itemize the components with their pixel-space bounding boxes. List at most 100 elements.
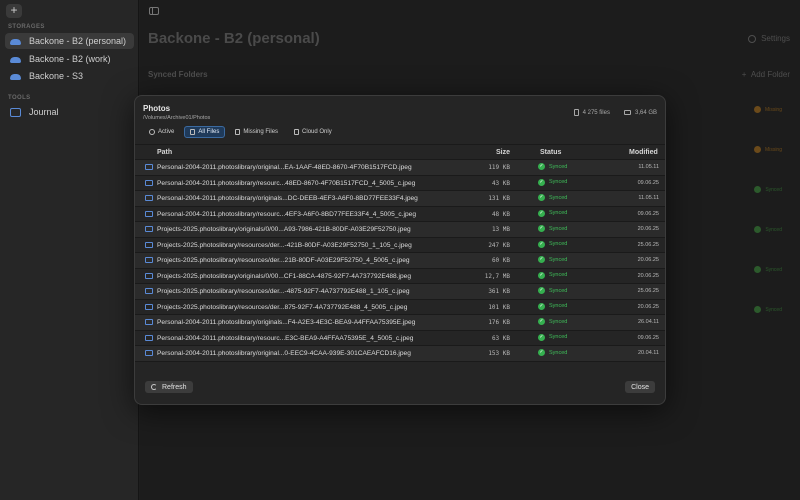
close-button[interactable]: Close xyxy=(625,381,655,393)
file-size: 48 KB xyxy=(491,210,510,218)
refresh-label: Refresh xyxy=(162,383,187,391)
file-modified: 09.06.25 xyxy=(637,179,659,186)
table-row[interactable]: Projects-2025.photoslibrary/resources/de… xyxy=(135,252,665,268)
file-status: ✓ Synced xyxy=(538,225,567,232)
file-size: 101 KB xyxy=(488,303,510,311)
document-icon xyxy=(573,109,579,116)
status-text: Synced xyxy=(549,303,568,309)
file-path: Projects-2025.photoslibrary/resources/de… xyxy=(157,257,410,264)
check-circle-icon: ✓ xyxy=(538,163,545,170)
document-icon xyxy=(294,129,300,135)
add-folder-button[interactable]: + Add Folder xyxy=(742,70,790,79)
storages-section-label: STORAGES xyxy=(8,24,45,30)
table-row[interactable]: Personal-2004-2011.photoslibrary/resourc… xyxy=(135,329,665,346)
check-circle-icon: ✓ xyxy=(538,349,545,356)
table-row[interactable]: Projects-2025.photoslibrary/resources/de… xyxy=(135,283,665,299)
status-text: Synced xyxy=(549,179,568,185)
table-row[interactable]: Projects-2025.photoslibrary/originals/0/… xyxy=(135,267,665,284)
folder-status-badge: Synced xyxy=(754,266,782,273)
folder-status-badge: Missing xyxy=(754,146,782,153)
gear-icon xyxy=(748,34,757,43)
table-row[interactable]: Projects-2025.photoslibrary/resources/de… xyxy=(135,298,665,315)
sidebar-item-s3[interactable]: Backone - S3 xyxy=(5,68,134,84)
column-header-modified[interactable]: Modified xyxy=(629,149,658,156)
folder-status-badge: Missing xyxy=(754,106,782,113)
cloud-icon xyxy=(10,57,21,63)
column-header-path[interactable]: Path xyxy=(157,149,172,156)
tab-label: Missing Files xyxy=(243,129,279,135)
folder-status-badge: Synced xyxy=(754,226,782,233)
sidebar-item-b2-personal[interactable]: Backone - B2 (personal) xyxy=(5,33,134,49)
clock-icon xyxy=(149,129,155,135)
column-header-size[interactable]: Size xyxy=(496,149,510,156)
file-path: Personal-2004-2011.photoslibrary/origina… xyxy=(157,350,411,357)
image-file-icon xyxy=(145,164,153,170)
cloud-icon xyxy=(10,39,21,45)
refresh-button[interactable]: Refresh xyxy=(145,381,193,393)
image-file-icon xyxy=(145,272,153,279)
total-size: 3,64 GB xyxy=(634,109,657,116)
sidebar-toggle-icon[interactable] xyxy=(149,7,159,15)
disk-icon xyxy=(623,110,631,115)
check-icon xyxy=(754,266,762,273)
status-text: Synced xyxy=(765,306,782,313)
file-modified: 25.06.25 xyxy=(637,241,659,248)
table-row[interactable]: Projects-2025.photoslibrary/originals/0/… xyxy=(135,221,665,237)
settings-button[interactable]: Settings xyxy=(748,34,790,43)
image-file-icon xyxy=(145,257,153,263)
table-row[interactable]: Personal-2004-2011.photoslibrary/origina… xyxy=(135,314,665,330)
table-divider xyxy=(135,360,665,362)
warning-icon xyxy=(754,146,762,153)
status-text: Missing xyxy=(765,146,782,153)
status-text: Synced xyxy=(549,334,568,340)
sidebar-item-label: Backone - B2 (work) xyxy=(29,54,111,64)
folder-files-dialog: Photos /Volumes/Archive01/Photos 4 275 f… xyxy=(134,95,666,405)
table-row[interactable]: Personal-2004-2011.photoslibrary/resourc… xyxy=(135,174,665,191)
check-circle-icon: ✓ xyxy=(538,256,545,263)
check-icon xyxy=(754,306,762,313)
sidebar-item-label: Journal xyxy=(29,107,59,117)
file-size: 12,7 MB xyxy=(484,272,510,280)
file-path: Projects-2025.photoslibrary/originals/0/… xyxy=(157,226,411,233)
image-file-icon xyxy=(145,288,153,294)
file-status: ✓ Synced xyxy=(538,163,567,170)
refresh-icon xyxy=(151,384,157,390)
tab-all-files[interactable]: All Files xyxy=(184,126,226,138)
tab-cloud-only[interactable]: Cloud Only xyxy=(288,126,338,138)
tab-missing-files[interactable]: Missing Files xyxy=(229,126,284,138)
file-size: 43 KB xyxy=(491,179,510,187)
synced-folders-heading: Synced Folders xyxy=(148,70,208,79)
file-path: Personal-2004-2011.photoslibrary/origina… xyxy=(157,319,416,326)
file-size: 131 KB xyxy=(488,195,510,202)
check-circle-icon: ✓ xyxy=(538,240,545,248)
file-size: 63 KB xyxy=(491,334,510,342)
table-row[interactable]: Personal-2004-2011.photoslibrary/origina… xyxy=(135,190,665,206)
status-text: Missing xyxy=(765,106,782,113)
document-icon xyxy=(235,129,241,135)
status-text: Synced xyxy=(549,241,568,247)
file-path: Personal-2004-2011.photoslibrary/resourc… xyxy=(157,210,417,218)
file-status: ✓ Synced xyxy=(538,209,567,217)
sidebar: + STORAGES Backone - B2 (personal) Backo… xyxy=(0,0,139,500)
image-file-icon xyxy=(145,334,153,341)
sidebar-item-journal[interactable]: Journal xyxy=(5,104,134,120)
file-modified: 20.06.25 xyxy=(637,303,659,310)
image-file-icon xyxy=(145,319,153,325)
table-row[interactable]: Projects-2025.photoslibrary/resources/de… xyxy=(135,236,665,253)
status-text: Synced xyxy=(549,256,568,263)
tab-active[interactable]: Active xyxy=(143,126,180,138)
folder-status-badge: Synced xyxy=(754,306,782,313)
sidebar-item-b2-work[interactable]: Backone - B2 (work) xyxy=(5,51,134,67)
table-row[interactable]: Personal-2004-2011.photoslibrary/resourc… xyxy=(135,205,665,222)
add-storage-button[interactable]: + xyxy=(6,4,22,18)
file-count: 4 275 files xyxy=(582,109,610,116)
check-circle-icon: ✓ xyxy=(538,302,545,310)
table-row[interactable]: Personal-2004-2011.photoslibrary/origina… xyxy=(135,345,665,361)
column-header-status[interactable]: Status xyxy=(540,149,561,156)
folder-stats: 4 275 files 3,64 GB xyxy=(573,109,657,116)
table-row[interactable]: Personal-2004-2011.photoslibrary/origina… xyxy=(135,159,665,175)
file-modified: 11.05.11 xyxy=(638,164,659,170)
status-text: Synced xyxy=(549,225,568,232)
check-icon xyxy=(754,186,762,193)
file-modified: 09.06.25 xyxy=(637,210,659,217)
